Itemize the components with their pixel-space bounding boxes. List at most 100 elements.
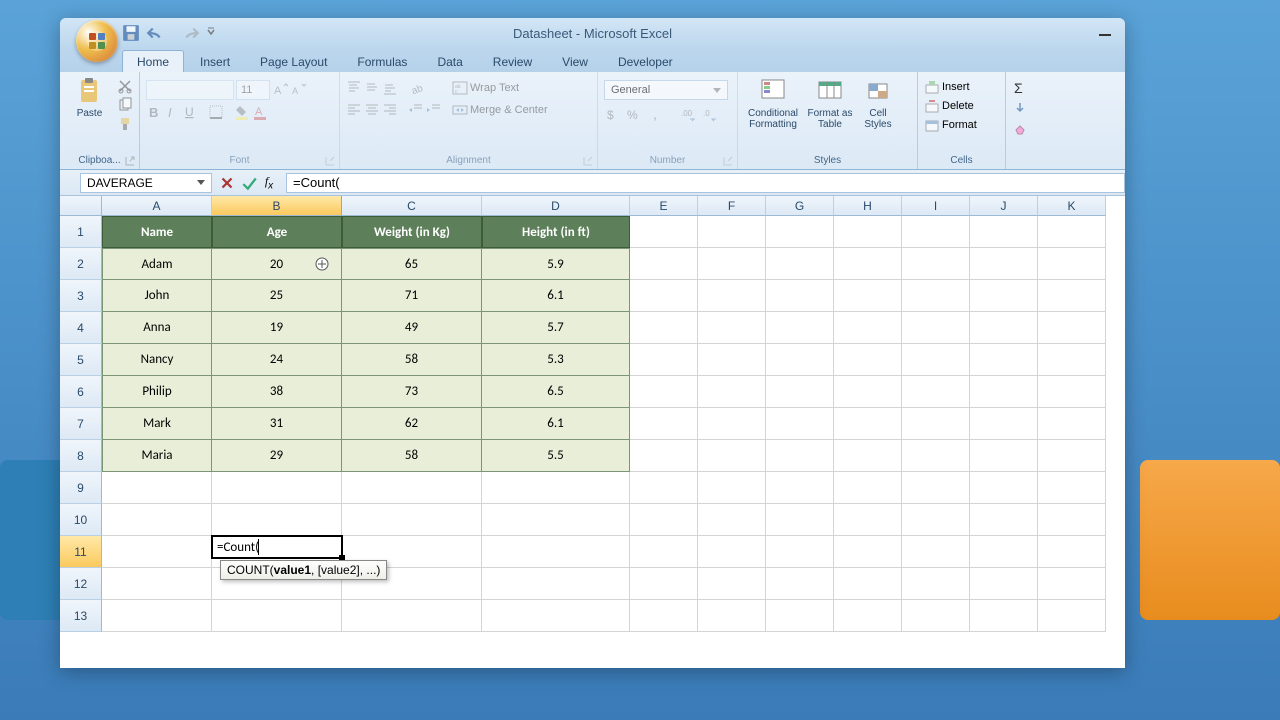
merge-center-button[interactable]: Merge & Center bbox=[452, 102, 548, 118]
table-cell[interactable]: 38 bbox=[212, 376, 342, 408]
cancel-formula-button[interactable] bbox=[218, 174, 236, 192]
empty-cell[interactable] bbox=[834, 216, 902, 248]
empty-cell[interactable] bbox=[630, 376, 698, 408]
table-cell[interactable]: 62 bbox=[342, 408, 482, 440]
conditional-formatting-button[interactable]: Conditional Formatting bbox=[744, 76, 802, 130]
empty-cell[interactable] bbox=[834, 280, 902, 312]
table-cell[interactable]: 71 bbox=[342, 280, 482, 312]
table-cell[interactable]: 5.7 bbox=[482, 312, 630, 344]
empty-cell[interactable] bbox=[630, 504, 698, 536]
formula-bar-input[interactable]: =Count( bbox=[286, 173, 1125, 193]
empty-cell[interactable] bbox=[698, 536, 766, 568]
empty-cell[interactable] bbox=[698, 280, 766, 312]
border-icon[interactable] bbox=[208, 104, 224, 120]
empty-cell[interactable] bbox=[902, 440, 970, 472]
tab-home[interactable]: Home bbox=[122, 50, 184, 72]
table-header-cell[interactable]: Age bbox=[212, 216, 342, 248]
qat-customize-icon[interactable] bbox=[206, 24, 216, 42]
dialog-launcher-icon[interactable] bbox=[124, 154, 136, 166]
empty-cell[interactable] bbox=[1038, 280, 1106, 312]
empty-cell[interactable] bbox=[834, 312, 902, 344]
table-cell[interactable]: 6.5 bbox=[482, 376, 630, 408]
row-header[interactable]: 11 bbox=[60, 536, 102, 568]
font-color-icon[interactable]: A bbox=[252, 104, 268, 120]
column-header[interactable]: G bbox=[766, 196, 834, 216]
insert-function-button[interactable]: fx bbox=[262, 174, 280, 192]
empty-cell[interactable] bbox=[698, 248, 766, 280]
empty-cell[interactable] bbox=[698, 376, 766, 408]
office-button[interactable] bbox=[76, 20, 118, 62]
empty-cell[interactable] bbox=[970, 280, 1038, 312]
empty-cell[interactable] bbox=[970, 504, 1038, 536]
empty-cell[interactable] bbox=[970, 216, 1038, 248]
empty-cell[interactable] bbox=[902, 344, 970, 376]
orientation-icon[interactable]: ab bbox=[408, 80, 424, 96]
empty-cell[interactable] bbox=[902, 312, 970, 344]
empty-cell[interactable] bbox=[630, 408, 698, 440]
table-cell[interactable]: 5.9 bbox=[482, 248, 630, 280]
row-header[interactable]: 8 bbox=[60, 440, 102, 472]
empty-cell[interactable] bbox=[834, 248, 902, 280]
empty-cell[interactable] bbox=[698, 312, 766, 344]
tab-review[interactable]: Review bbox=[479, 51, 546, 72]
empty-cell[interactable] bbox=[698, 216, 766, 248]
column-header[interactable]: K bbox=[1038, 196, 1106, 216]
tab-view[interactable]: View bbox=[548, 51, 602, 72]
empty-cell[interactable] bbox=[766, 600, 834, 632]
tab-data[interactable]: Data bbox=[423, 51, 476, 72]
empty-cell[interactable] bbox=[482, 600, 630, 632]
select-all-corner[interactable] bbox=[60, 196, 102, 216]
column-header[interactable]: D bbox=[482, 196, 630, 216]
row-header[interactable]: 5 bbox=[60, 344, 102, 376]
decrease-indent-icon[interactable] bbox=[408, 102, 424, 118]
tab-insert[interactable]: Insert bbox=[186, 51, 244, 72]
empty-cell[interactable] bbox=[902, 536, 970, 568]
empty-cell[interactable] bbox=[212, 600, 342, 632]
copy-icon[interactable] bbox=[117, 97, 133, 113]
row-header[interactable]: 10 bbox=[60, 504, 102, 536]
number-format-select[interactable]: General bbox=[604, 80, 728, 100]
shrink-font-icon[interactable]: A bbox=[290, 82, 306, 98]
empty-cell[interactable] bbox=[102, 600, 212, 632]
column-header[interactable]: A bbox=[102, 196, 212, 216]
empty-cell[interactable] bbox=[698, 472, 766, 504]
dialog-launcher-icon[interactable] bbox=[582, 154, 594, 166]
row-header[interactable]: 13 bbox=[60, 600, 102, 632]
empty-cell[interactable] bbox=[630, 312, 698, 344]
empty-cell[interactable] bbox=[1038, 504, 1106, 536]
table-cell[interactable]: 5.3 bbox=[482, 344, 630, 376]
increase-decimal-icon[interactable]: .00 bbox=[680, 106, 696, 122]
empty-cell[interactable] bbox=[970, 344, 1038, 376]
empty-cell[interactable] bbox=[970, 440, 1038, 472]
empty-cell[interactable] bbox=[102, 568, 212, 600]
align-right-icon[interactable] bbox=[382, 102, 398, 118]
format-cells-button[interactable]: Format bbox=[924, 117, 977, 133]
empty-cell[interactable] bbox=[1038, 312, 1106, 344]
dialog-launcher-icon[interactable] bbox=[722, 154, 734, 166]
empty-cell[interactable] bbox=[698, 504, 766, 536]
table-cell[interactable]: 58 bbox=[342, 440, 482, 472]
empty-cell[interactable] bbox=[630, 280, 698, 312]
empty-cell[interactable] bbox=[630, 600, 698, 632]
empty-cell[interactable] bbox=[630, 568, 698, 600]
empty-cell[interactable] bbox=[1038, 568, 1106, 600]
comma-icon[interactable]: , bbox=[648, 106, 664, 122]
fill-color-icon[interactable] bbox=[234, 104, 250, 120]
empty-cell[interactable] bbox=[766, 248, 834, 280]
empty-cell[interactable] bbox=[834, 408, 902, 440]
empty-cell[interactable] bbox=[482, 504, 630, 536]
empty-cell[interactable] bbox=[1038, 376, 1106, 408]
empty-cell[interactable] bbox=[970, 568, 1038, 600]
row-header[interactable]: 2 bbox=[60, 248, 102, 280]
empty-cell[interactable] bbox=[902, 600, 970, 632]
empty-cell[interactable] bbox=[970, 376, 1038, 408]
increase-indent-icon[interactable] bbox=[426, 102, 442, 118]
empty-cell[interactable] bbox=[482, 536, 630, 568]
paste-button[interactable]: Paste bbox=[66, 76, 113, 119]
table-cell[interactable]: 6.1 bbox=[482, 408, 630, 440]
wrap-text-button[interactable]: abc Wrap Text bbox=[452, 80, 548, 96]
delete-cells-button[interactable]: Delete bbox=[924, 98, 974, 114]
empty-cell[interactable] bbox=[834, 568, 902, 600]
empty-cell[interactable] bbox=[698, 568, 766, 600]
table-cell[interactable]: Anna bbox=[102, 312, 212, 344]
